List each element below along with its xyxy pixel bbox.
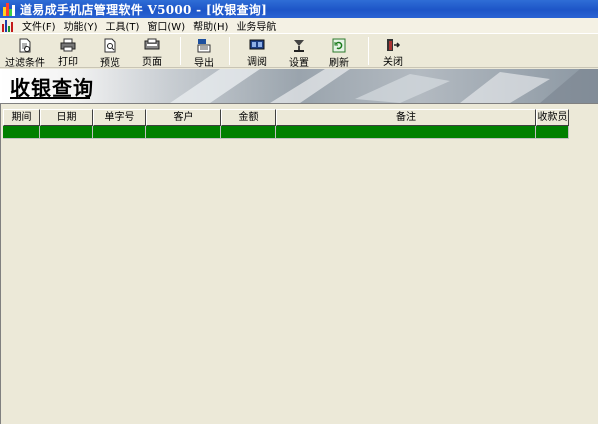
title-underline xyxy=(10,97,90,99)
app-icon xyxy=(3,2,17,16)
table-row[interactable] xyxy=(3,126,569,139)
window-title: 道易成手机店管理软件 V5000 - [收银查询] xyxy=(20,2,268,17)
toolbar: 过滤条件 打印 预览 页面 导出 调阅 设置 刷新 关闭 xyxy=(0,33,598,69)
view-button-label: 调阅 xyxy=(247,57,267,68)
table-cell[interactable] xyxy=(536,126,569,139)
export-button-label: 导出 xyxy=(194,58,214,69)
view-button[interactable]: 调阅 xyxy=(238,34,276,68)
column-header-amount[interactable]: 金额 xyxy=(221,109,276,126)
table-cell[interactable] xyxy=(93,126,146,139)
column-header-period[interactable]: 期间 xyxy=(3,109,40,126)
menu-bar: 文件(F) 功能(Y) 工具(T) 窗口(W) 帮助(H) 业务导航 xyxy=(0,18,598,33)
menu-help[interactable]: 帮助(H) xyxy=(189,18,232,33)
page-button[interactable]: 页面 xyxy=(132,34,172,68)
column-header-date[interactable]: 日期 xyxy=(40,109,93,126)
menu-window[interactable]: 窗口(W) xyxy=(143,18,189,33)
close-icon xyxy=(385,38,401,52)
settings-button[interactable]: 设置 xyxy=(280,34,318,69)
toolbar-separator xyxy=(229,37,230,65)
table-cell[interactable] xyxy=(40,126,93,139)
filter-button[interactable]: 过滤条件 xyxy=(2,34,48,69)
preview-button[interactable]: 预览 xyxy=(88,34,132,69)
refresh-icon xyxy=(331,38,347,53)
table-cell[interactable] xyxy=(276,126,536,139)
table-cell[interactable] xyxy=(3,126,40,139)
toolbar-separator xyxy=(180,37,181,65)
data-grid-area[interactable]: 期间 日期 单字号 客户 金额 备注 收款员 xyxy=(0,103,598,424)
document-icon[interactable] xyxy=(2,19,15,32)
close-button[interactable]: 关闭 xyxy=(377,34,409,68)
close-button-label: 关闭 xyxy=(383,57,403,68)
page-banner: 收银查询 xyxy=(0,69,598,103)
export-icon xyxy=(196,38,212,53)
preview-icon xyxy=(102,38,118,53)
banner-decoration xyxy=(170,69,598,103)
refresh-button-label: 刷新 xyxy=(329,58,349,69)
menu-business-nav[interactable]: 业务导航 xyxy=(232,18,280,33)
settings-icon xyxy=(291,38,307,53)
table-cell[interactable] xyxy=(146,126,221,139)
title-bar[interactable]: 道易成手机店管理软件 V5000 - [收银查询] xyxy=(0,0,598,18)
menu-file[interactable]: 文件(F) xyxy=(18,18,60,33)
page-setup-icon xyxy=(144,38,160,52)
menu-tools[interactable]: 工具(T) xyxy=(101,18,143,33)
preview-button-label: 预览 xyxy=(100,58,120,69)
toolbar-separator xyxy=(368,37,369,65)
filter-button-label: 过滤条件 xyxy=(5,58,45,69)
view-icon xyxy=(249,38,265,52)
column-header-customer[interactable]: 客户 xyxy=(146,109,221,126)
page-button-label: 页面 xyxy=(142,57,162,68)
column-header-doc-number[interactable]: 单字号 xyxy=(93,109,146,126)
table-cell[interactable] xyxy=(221,126,276,139)
data-grid[interactable]: 期间 日期 单字号 客户 金额 备注 收款员 xyxy=(3,109,569,139)
column-header-remark[interactable]: 备注 xyxy=(276,109,536,126)
menu-function[interactable]: 功能(Y) xyxy=(60,18,102,33)
filter-icon xyxy=(17,38,33,53)
print-button[interactable]: 打印 xyxy=(48,34,88,68)
refresh-button[interactable]: 刷新 xyxy=(320,34,358,69)
column-header-cashier[interactable]: 收款员 xyxy=(536,109,569,126)
grid-header: 期间 日期 单字号 客户 金额 备注 收款员 xyxy=(3,109,569,126)
settings-button-label: 设置 xyxy=(289,58,309,69)
export-button[interactable]: 导出 xyxy=(187,34,221,69)
printer-icon xyxy=(60,38,76,52)
print-button-label: 打印 xyxy=(58,57,78,68)
